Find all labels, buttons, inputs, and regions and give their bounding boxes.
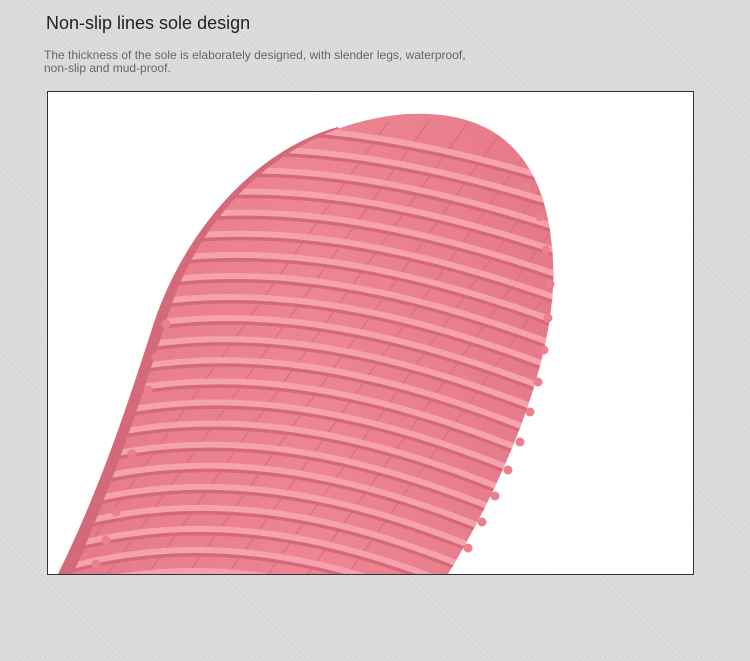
description-line-2: non-slip and mud-proof. <box>44 61 171 75</box>
rim-nub <box>545 279 555 289</box>
rim-nub <box>539 345 549 355</box>
rim-nub <box>101 535 111 545</box>
rim-nub <box>477 517 487 527</box>
description-line-1: The thickness of the sole is elaborately… <box>44 48 466 62</box>
rim-nub <box>515 437 525 447</box>
rim-nub <box>91 559 101 569</box>
section-title: Non-slip lines sole design <box>46 13 251 33</box>
rim-nub <box>463 543 473 553</box>
section-description: The thickness of the sole is elaborately… <box>44 49 504 75</box>
rim-nub <box>543 313 553 323</box>
rim-nub <box>143 385 153 395</box>
rim-nub <box>541 245 551 255</box>
rim-nub <box>135 417 145 427</box>
rim-nub <box>119 479 129 489</box>
rim-nub <box>111 507 121 517</box>
rim-nub <box>533 377 543 387</box>
rim-nub <box>490 491 500 501</box>
rim-nub <box>161 319 171 329</box>
sole-tread-illustration <box>58 113 555 574</box>
rim-nub <box>535 212 545 222</box>
rim-nub <box>525 407 535 417</box>
sole-photo <box>47 91 694 575</box>
rim-nub <box>503 465 513 475</box>
rim-nub <box>521 182 531 192</box>
rim-nub <box>151 352 161 362</box>
rim-nub <box>127 449 137 459</box>
